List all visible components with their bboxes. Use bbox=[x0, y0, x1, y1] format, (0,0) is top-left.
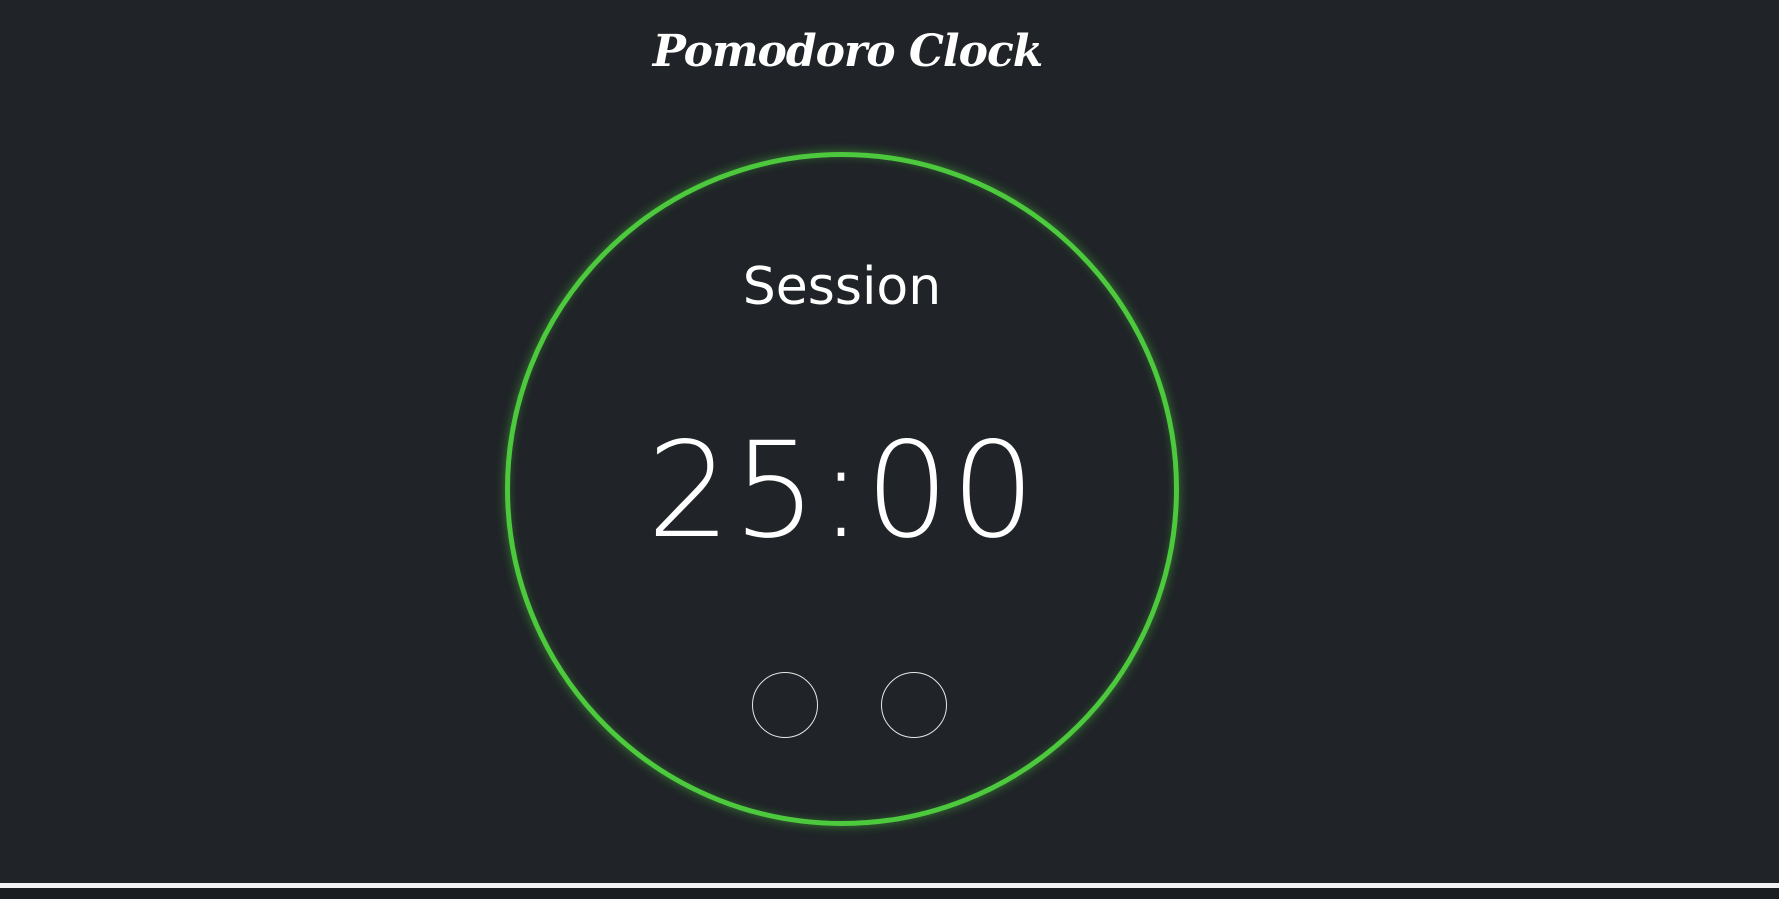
mode-label: Session bbox=[742, 257, 942, 317]
left-control-button[interactable] bbox=[752, 672, 818, 738]
pomodoro-page: Pomodoro Clock Session 25:00 bbox=[0, 0, 1779, 899]
timer-display: 25:00 bbox=[646, 414, 1038, 568]
app-title: Pomodoro Clock bbox=[652, 26, 1043, 77]
bottom-strip bbox=[0, 888, 1779, 899]
session-ring: Session 25:00 bbox=[505, 152, 1179, 826]
right-control-button[interactable] bbox=[881, 672, 947, 738]
